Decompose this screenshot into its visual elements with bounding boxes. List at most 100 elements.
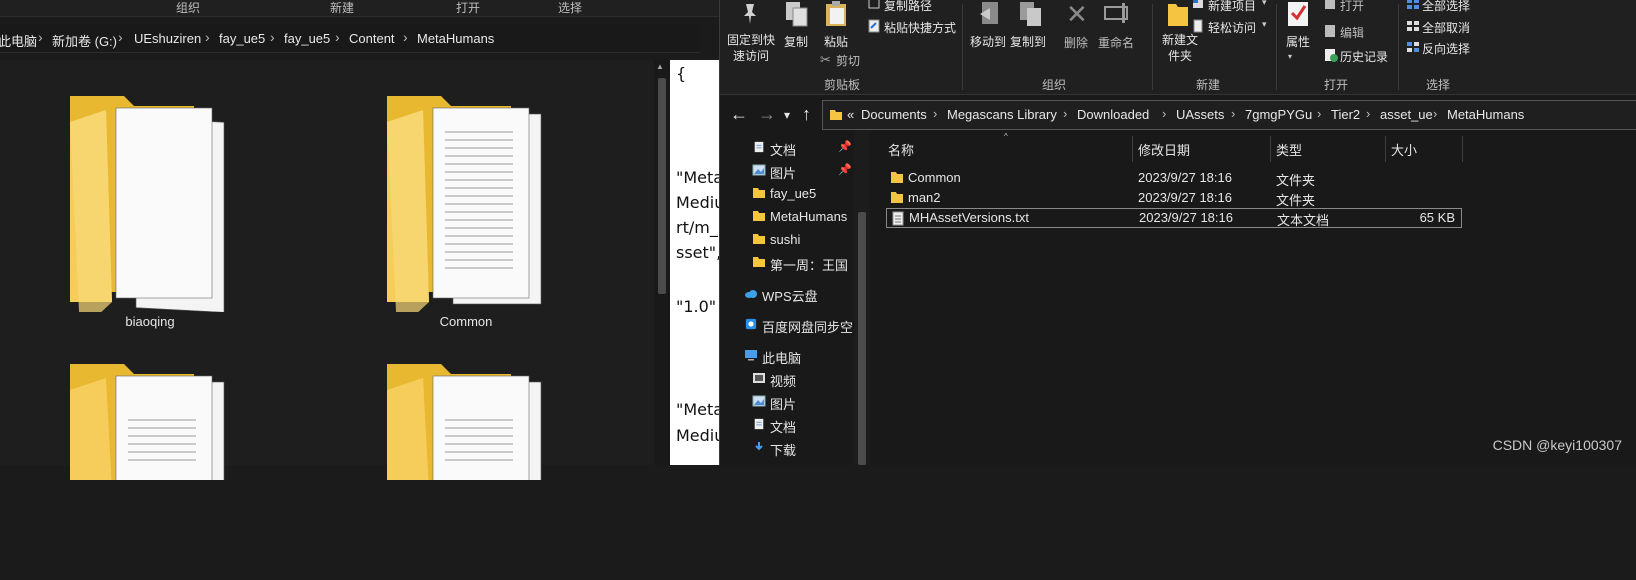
navigation-pane: 文档 📌 图片 📌 fay_ue5 MetaHumans sushi 第一周：王… bbox=[720, 130, 866, 465]
move-to-icon[interactable] bbox=[978, 0, 1004, 31]
address-crumb[interactable]: UAssets bbox=[1176, 107, 1224, 122]
edit-button[interactable]: 编辑 bbox=[1340, 24, 1364, 41]
text-line: "1.0" bbox=[676, 297, 717, 316]
video-icon bbox=[753, 373, 765, 383]
folder-icon bbox=[753, 188, 765, 198]
folder-item[interactable] bbox=[66, 360, 246, 580]
delete-button[interactable]: 删除 bbox=[1064, 34, 1088, 51]
pin-quick-access-button[interactable]: 固定到快速访问 bbox=[726, 32, 776, 64]
rename-icon[interactable] bbox=[1104, 2, 1132, 27]
ribbon-group-organize: 组织 bbox=[176, 1, 201, 15]
column-header-type[interactable]: 类型 bbox=[1276, 140, 1302, 159]
file-type: 文件夹 bbox=[1276, 193, 1316, 208]
address-overflow-icon[interactable]: « bbox=[847, 107, 854, 122]
nav-item-label: 图片 bbox=[770, 397, 797, 412]
file-name: MHAssetVersions.txt bbox=[909, 210, 1029, 225]
group-open-label: 打开 bbox=[1324, 78, 1349, 92]
left-scrollbar-thumb[interactable] bbox=[658, 78, 666, 294]
breadcrumb-separator-icon: › bbox=[118, 29, 123, 45]
clipboard-icon[interactable] bbox=[824, 0, 848, 31]
column-divider[interactable] bbox=[1385, 136, 1386, 162]
dropdown-arrow-icon[interactable]: ▾ bbox=[1262, 19, 1267, 30]
address-crumb[interactable]: Documents bbox=[861, 107, 927, 122]
breadcrumb-separator-icon: › bbox=[38, 29, 43, 45]
left-ribbon: 组织 新建 打开 选择 bbox=[0, 0, 760, 17]
breadcrumb-item[interactable]: fay_ue5 bbox=[284, 31, 330, 46]
up-arrow-icon[interactable]: ↑ bbox=[802, 104, 811, 125]
column-divider[interactable] bbox=[1270, 136, 1271, 162]
new-item-button[interactable]: 新建项目 bbox=[1208, 0, 1256, 14]
dropdown-arrow-icon[interactable]: ▾ bbox=[1262, 0, 1267, 8]
open-button[interactable]: 打开 bbox=[1340, 0, 1364, 14]
select-none-button[interactable]: 全部取消 bbox=[1422, 19, 1470, 36]
file-row[interactable]: man2 2023/9/27 18:16 文件夹 bbox=[886, 188, 1462, 208]
back-arrow-icon[interactable]: ← bbox=[730, 104, 748, 125]
address-crumb[interactable]: Tier2 bbox=[1331, 107, 1360, 122]
breadcrumb-separator-icon: › bbox=[403, 29, 408, 45]
folder-item[interactable] bbox=[383, 360, 563, 580]
new-item-icon bbox=[1192, 0, 1204, 12]
copy-icon[interactable] bbox=[784, 0, 810, 31]
nav-item-label: 此电脑 bbox=[762, 351, 802, 366]
column-header-name[interactable]: 名称 bbox=[888, 140, 914, 159]
pin-icon[interactable] bbox=[738, 2, 762, 29]
breadcrumb-item[interactable]: MetaHumans bbox=[417, 31, 494, 46]
address-crumb[interactable]: 7gmgPYGu bbox=[1245, 107, 1312, 122]
left-address-bar[interactable]: 此电脑 › 新加卷 (G:) › UEshuziren › fay_ue5 › … bbox=[0, 24, 700, 53]
breadcrumb-separator-icon: › bbox=[933, 106, 938, 121]
column-header-date[interactable]: 修改日期 bbox=[1138, 140, 1190, 159]
breadcrumb-item[interactable]: fay_ue5 bbox=[219, 31, 265, 46]
history-icon bbox=[1324, 48, 1338, 65]
move-to-button[interactable]: 移动到 bbox=[970, 33, 1006, 50]
breadcrumb-separator-icon: › bbox=[1366, 106, 1371, 121]
file-row-selected[interactable]: MHAssetVersions.txt 2023/9/27 18:16 文本文档… bbox=[886, 208, 1462, 228]
column-divider[interactable] bbox=[1132, 136, 1133, 162]
invert-selection-button[interactable]: 反向选择 bbox=[1422, 40, 1470, 57]
forward-arrow-icon[interactable]: → bbox=[758, 104, 776, 125]
address-crumb[interactable]: MetaHumans bbox=[1447, 107, 1524, 122]
column-header-size[interactable]: 大小 bbox=[1391, 140, 1417, 159]
file-size: 65 KB bbox=[1419, 210, 1455, 225]
new-folder-icon[interactable] bbox=[1166, 0, 1190, 31]
pin-icon[interactable]: 📌 bbox=[838, 140, 852, 153]
scroll-up-arrow-icon[interactable]: ▲ bbox=[656, 62, 664, 71]
baidu-icon bbox=[745, 318, 757, 330]
folder-biaoqing[interactable] bbox=[66, 92, 246, 332]
easy-access-button[interactable]: 轻松访问 bbox=[1208, 19, 1256, 36]
breadcrumb-item[interactable]: UEshuziren bbox=[134, 31, 201, 46]
folder-common[interactable] bbox=[383, 92, 563, 332]
copy-to-icon[interactable] bbox=[1018, 0, 1044, 31]
folder-icon bbox=[387, 364, 542, 493]
copy-button[interactable]: 复制 bbox=[784, 33, 808, 50]
folder-icon bbox=[891, 172, 903, 183]
breadcrumb-item[interactable]: 此电脑 bbox=[0, 31, 37, 50]
pin-icon[interactable]: 📌 bbox=[838, 163, 852, 176]
breadcrumb-item[interactable]: 新加卷 (G:) bbox=[52, 31, 117, 50]
delete-icon[interactable]: ✕ bbox=[1066, 0, 1088, 28]
new-folder-button[interactable]: 新建文件夹 bbox=[1160, 32, 1200, 64]
history-button[interactable]: 历史记录 bbox=[1340, 48, 1388, 65]
dropdown-arrow-icon[interactable]: ▾ bbox=[1288, 52, 1292, 61]
ribbon-group-select: 选择 bbox=[558, 1, 583, 15]
paste-shortcut-button[interactable]: 粘贴快捷方式 bbox=[884, 19, 956, 36]
address-crumb[interactable]: asset_ue bbox=[1380, 107, 1433, 122]
copy-path-button[interactable]: 复制路径 bbox=[884, 0, 932, 14]
select-all-button[interactable]: 全部选择 bbox=[1422, 0, 1470, 14]
properties-icon[interactable] bbox=[1286, 0, 1310, 31]
cut-button[interactable]: 剪切 bbox=[836, 52, 860, 69]
select-all-icon bbox=[1406, 0, 1420, 13]
paste-button[interactable]: 粘贴 bbox=[824, 33, 848, 50]
nav-pane-scrollbar-thumb[interactable] bbox=[858, 212, 866, 465]
properties-button[interactable]: 属性 bbox=[1286, 33, 1310, 50]
address-bar[interactable]: « Documents › Megascans Library › Downlo… bbox=[822, 100, 1636, 130]
rename-button[interactable]: 重命名 bbox=[1098, 34, 1134, 51]
ribbon-divider bbox=[962, 4, 963, 90]
file-row[interactable]: Common 2023/9/27 18:16 文件夹 bbox=[886, 168, 1462, 188]
copy-to-button[interactable]: 复制到 bbox=[1010, 33, 1046, 50]
breadcrumb-item[interactable]: Content bbox=[349, 31, 395, 46]
address-crumb[interactable]: Megascans Library bbox=[947, 107, 1057, 122]
recent-locations-chevron-icon[interactable]: ▾ bbox=[784, 108, 790, 122]
column-divider[interactable] bbox=[1462, 136, 1463, 162]
text-document-panel[interactable]: { "Meta Mediu rt/m_r sset", "1.0" "Meta … bbox=[670, 60, 726, 465]
address-crumb[interactable]: Downloaded bbox=[1077, 107, 1149, 122]
